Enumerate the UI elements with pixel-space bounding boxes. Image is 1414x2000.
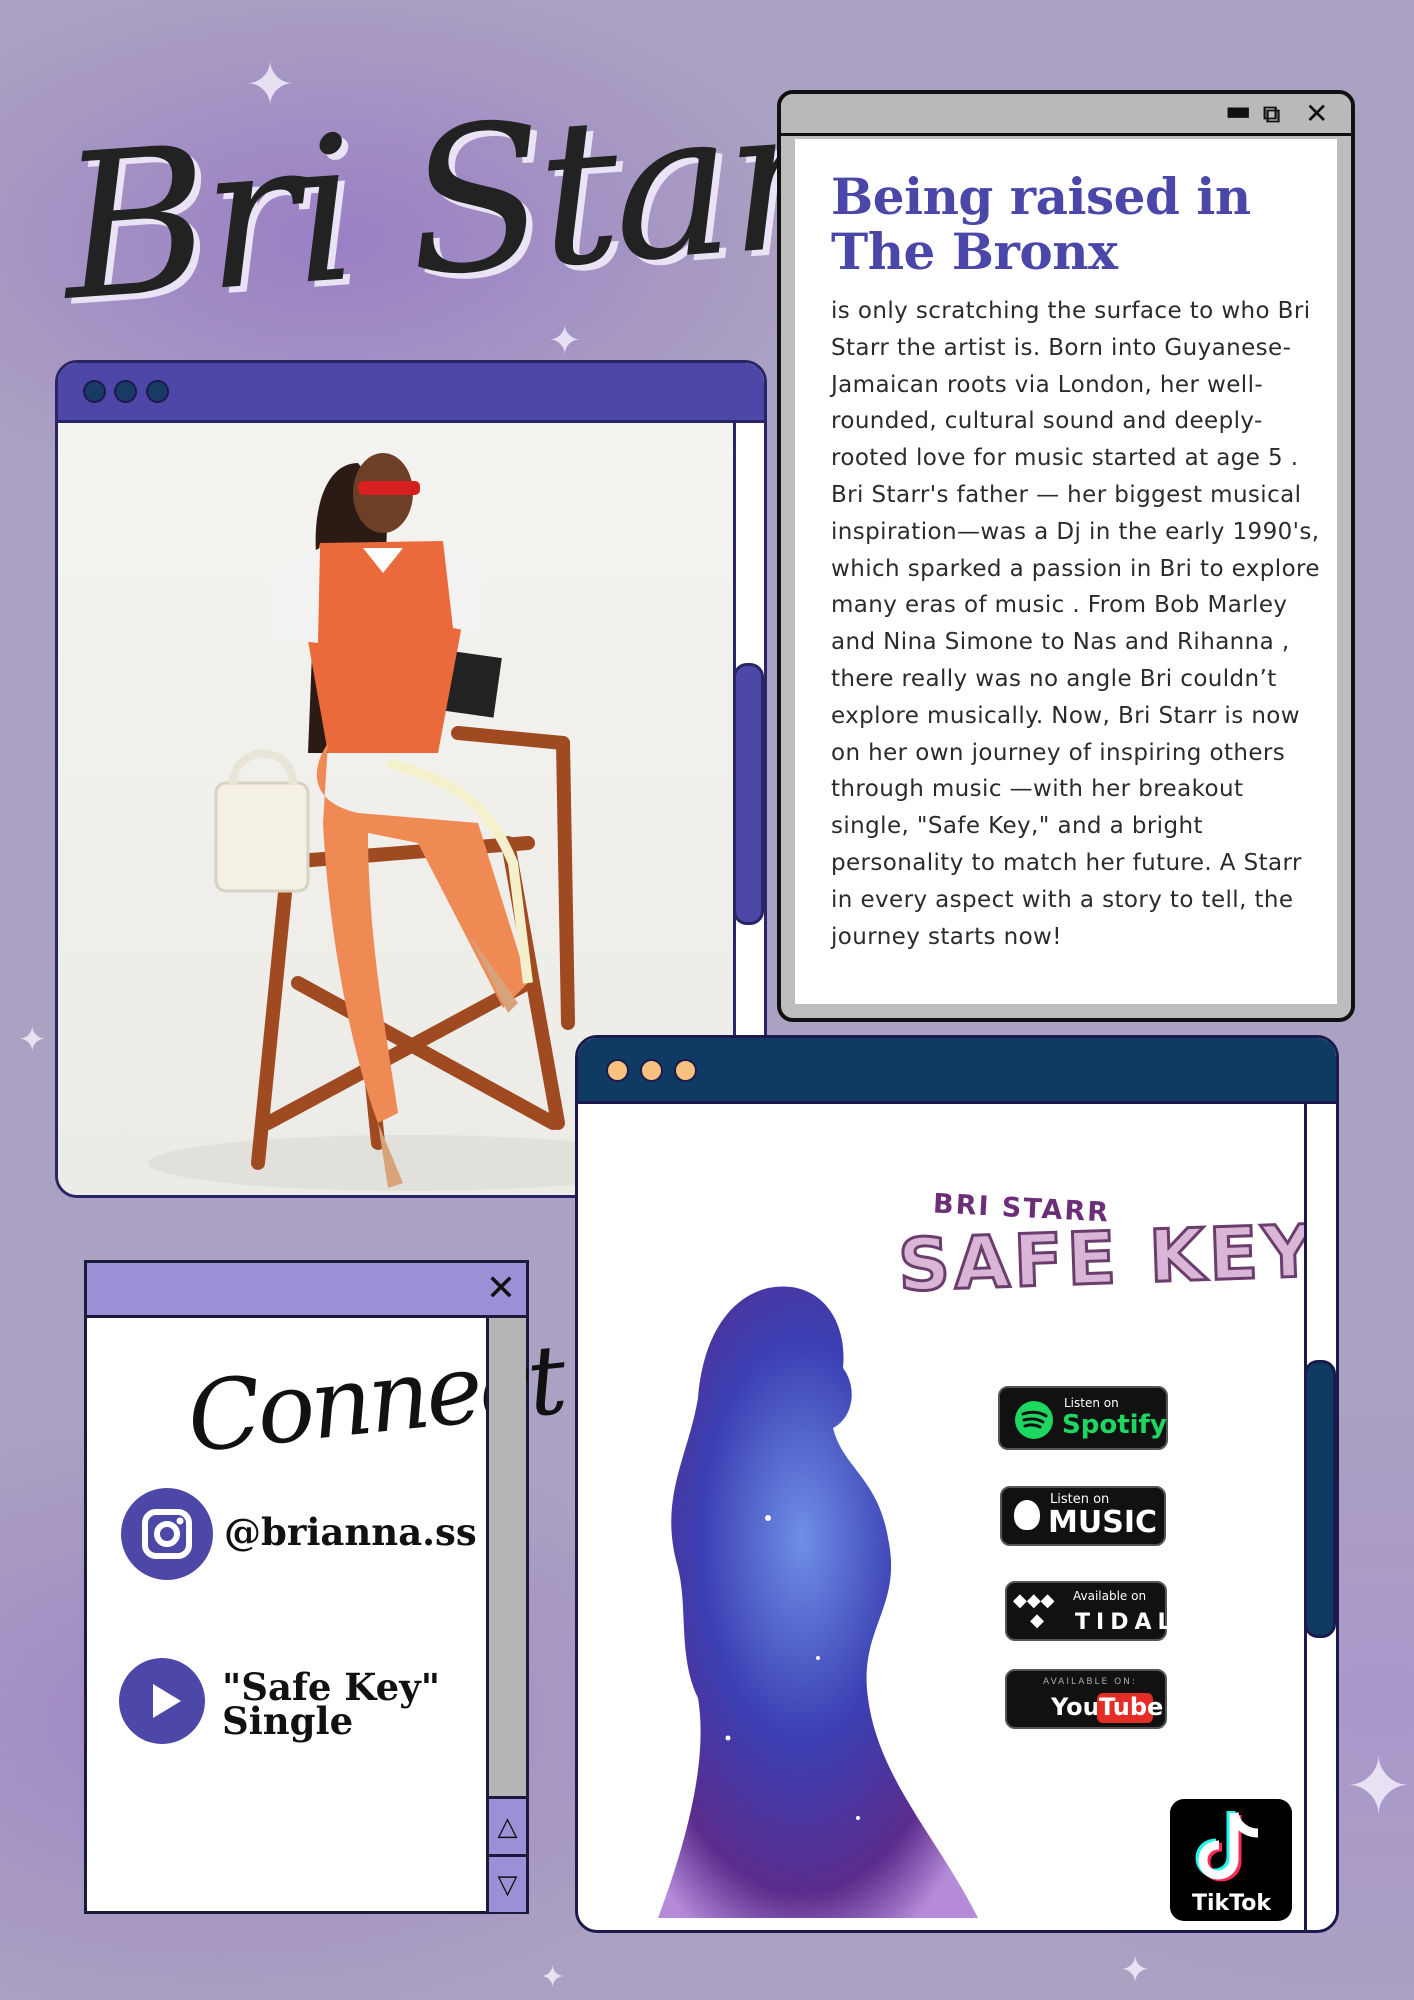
apple-icon [1014, 1500, 1040, 1530]
bio-window-titlebar: ▬ ⧉ ✕ [781, 94, 1351, 136]
bio-heading-line: The Bronx [831, 222, 1118, 281]
minimize-icon[interactable]: ▬ [1225, 95, 1251, 127]
window-dot[interactable] [674, 1059, 697, 1082]
play-icon[interactable] [119, 1658, 205, 1744]
triangle-up-icon[interactable]: △ [489, 1796, 526, 1854]
tiktok-badge[interactable]: TikTok [1170, 1799, 1292, 1921]
close-icon[interactable]: ✕ [1305, 98, 1328, 130]
sparkle-decoration: ✦ [540, 1960, 566, 1995]
apple-music-badge[interactable]: Listen on MUSIC [1000, 1486, 1166, 1546]
spotify-icon [1015, 1401, 1053, 1439]
tiktok-label: TikTok [1192, 1891, 1272, 1916]
connect-window: ✕ Connect @brianna.ss "Safe Key" Single … [84, 1260, 568, 1914]
galaxy-silhouette [658, 1286, 978, 1918]
music-window-scroll-thumb[interactable] [1304, 1360, 1336, 1638]
page-title: Bri Starr [54, 54, 913, 346]
window-dot[interactable] [114, 380, 137, 403]
instagram-icon[interactable] [121, 1488, 213, 1580]
bio-heading-line: Being raised in [831, 167, 1251, 226]
youtube-small-text: AVAILABLE ON: [1043, 1677, 1137, 1687]
single-title-line: Single [222, 1699, 354, 1743]
window-dot[interactable] [146, 380, 169, 403]
window-dot[interactable] [83, 380, 106, 403]
bio-content: Being raised in The Bronx is only scratc… [795, 139, 1337, 1004]
triangle-down-icon[interactable]: ▽ [489, 1854, 526, 1912]
window-dot[interactable] [606, 1059, 629, 1082]
close-icon[interactable]: ✕ [486, 1269, 516, 1309]
window-dot[interactable] [640, 1059, 663, 1082]
connect-window-titlebar: ✕ [87, 1263, 526, 1318]
youtube-badge[interactable]: AVAILABLE ON: You Tube [1005, 1669, 1167, 1729]
bio-heading: Being raised in The Bronx [831, 169, 1325, 279]
tidal-icon: ◆◆◆ ◆ [1013, 1590, 1055, 1631]
tiktok-icon [1195, 1811, 1259, 1882]
youtube-tube-text: Tube [1099, 1693, 1164, 1721]
tidal-small-text: Available on [1073, 1589, 1147, 1603]
music-window-titlebar [578, 1038, 1336, 1104]
spotify-big-text: Spotify [1062, 1410, 1167, 1440]
single-title[interactable]: "Safe Key" Single [222, 1669, 440, 1743]
instagram-handle[interactable]: @brianna.ss [224, 1514, 477, 1551]
youtube-you-text: You [1051, 1693, 1100, 1721]
sparkle-decoration: ✦ [1345, 1740, 1413, 1833]
sparkle-decoration: ✦ [1120, 1950, 1151, 1991]
connect-window-scrollbar[interactable]: △ ▽ [486, 1318, 526, 1912]
tidal-badge[interactable]: ◆◆◆ ◆ Available on TIDAL [1005, 1581, 1172, 1641]
tidal-big-text: TIDAL [1075, 1610, 1178, 1635]
single-logo: SAFE KEY [895, 1207, 1321, 1309]
photo-window-titlebar [58, 363, 764, 423]
restore-icon[interactable]: ⧉ [1263, 98, 1280, 130]
bio-text: is only scratching the surface to who Br… [831, 298, 1320, 950]
apple-big-text: MUSIC [1048, 1505, 1157, 1540]
bio-window: ▬ ⧉ ✕ Being raised in The Bronx is only … [777, 90, 1355, 1022]
spotify-small-text: Listen on [1064, 1396, 1119, 1410]
spotify-badge[interactable]: Listen on Spotify [998, 1386, 1168, 1450]
sparkle-decoration: ✦ [18, 1020, 47, 1060]
music-window: BRI STARR SAFE KEY Listen on Spotify Lis… [575, 1035, 1339, 1933]
photo-window-scroll-thumb[interactable] [733, 663, 764, 925]
